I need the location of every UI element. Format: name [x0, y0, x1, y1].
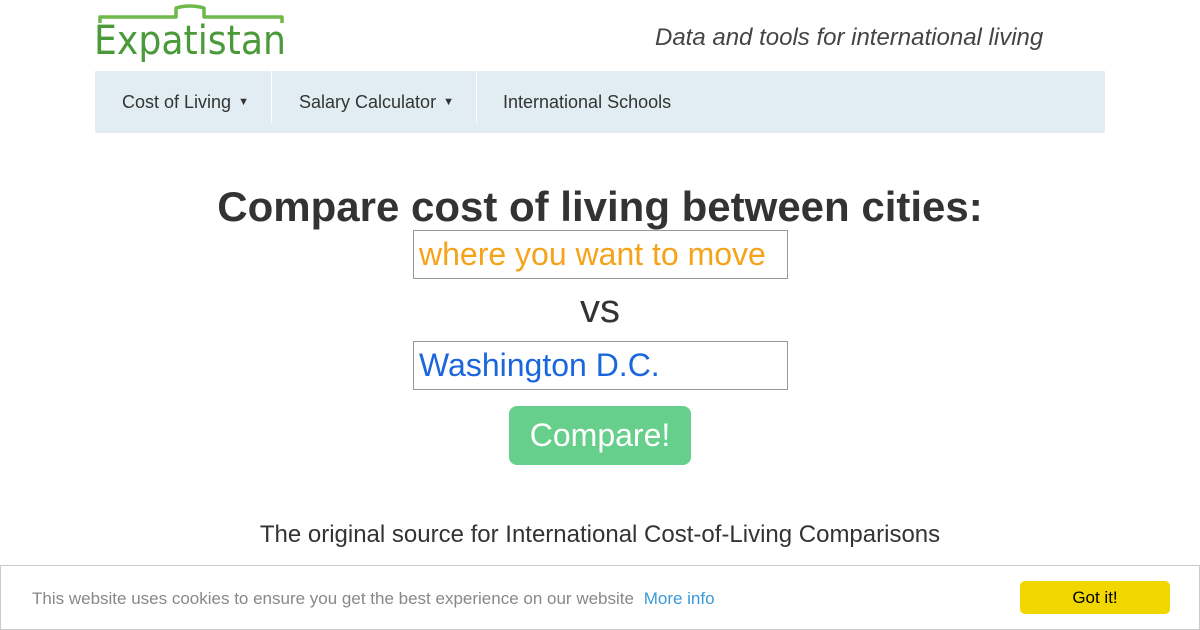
- caret-down-icon: ▼: [238, 96, 249, 108]
- cookie-banner: This website uses cookies to ensure you …: [0, 565, 1200, 630]
- cookie-message-container: This website uses cookies to ensure you …: [32, 589, 715, 609]
- cookie-accept-button[interactable]: Got it!: [1020, 581, 1170, 614]
- source-tagline: The original source for International Co…: [259, 521, 941, 548]
- nav-international-schools[interactable]: International Schools: [477, 71, 697, 133]
- tagline: Data and tools for international living: [655, 24, 1044, 51]
- nav-cost-of-living-label: Cost of Living: [122, 91, 232, 112]
- more-info-link[interactable]: More info: [644, 589, 715, 608]
- compare-button[interactable]: Compare!: [509, 406, 691, 465]
- nav-cost-of-living[interactable]: Cost of Living ▼: [95, 71, 271, 133]
- vs-label: vs: [580, 287, 620, 331]
- main-nav: Cost of Living ▼ Salary Calculator ▼ Int…: [95, 71, 1105, 133]
- logo-text: Expatistan: [94, 18, 286, 62]
- expatistan-logo[interactable]: Expatistan: [94, 4, 288, 62]
- nav-salary-calculator-label: Salary Calculator: [299, 91, 437, 112]
- nav-international-schools-label: International Schools: [503, 91, 672, 112]
- caret-down-icon: ▼: [443, 96, 454, 108]
- page: Expatistan Data and tools for internatio…: [0, 0, 1200, 630]
- nav-salary-calculator[interactable]: Salary Calculator ▼: [271, 71, 477, 133]
- page-title: Compare cost of living between cities:: [217, 183, 983, 230]
- from-city-input[interactable]: [413, 230, 788, 279]
- cookie-message: This website uses cookies to ensure you …: [32, 589, 634, 608]
- to-city-input[interactable]: [413, 341, 788, 390]
